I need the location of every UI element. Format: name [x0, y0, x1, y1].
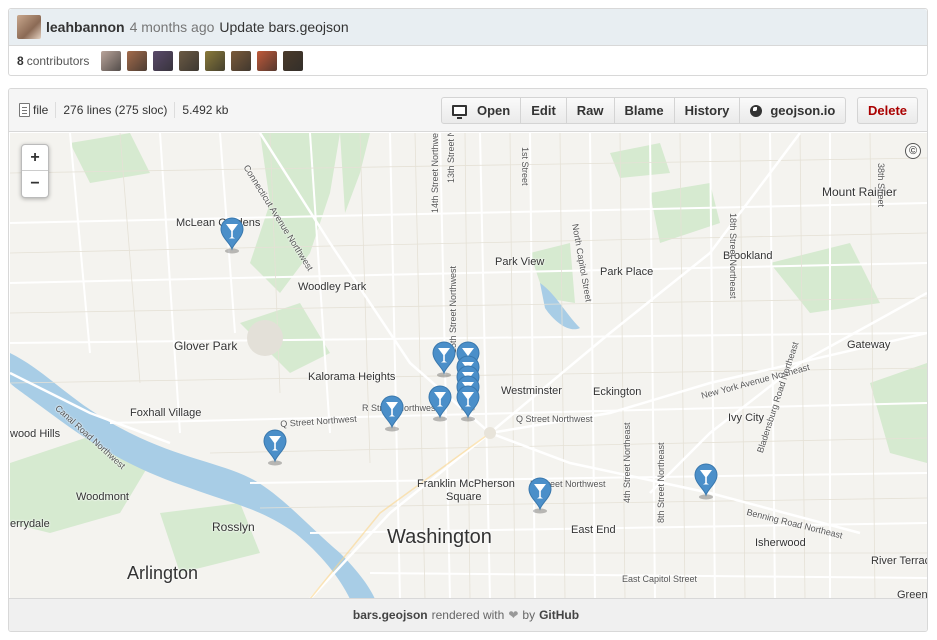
globe-icon [750, 104, 763, 117]
map-label-river-terrace: River Terrac [871, 555, 927, 567]
contributors-count[interactable]: 8 [17, 54, 24, 68]
contributor-avatar[interactable] [179, 51, 200, 71]
file-header: file 276 lines (275 sloc) 5.492 kb Open … [9, 89, 927, 132]
file-icon [19, 103, 30, 117]
map-label-westminster: Westminster [501, 385, 562, 397]
map-label-arlington: Arlington [127, 563, 199, 583]
street-label-east-capitol: East Capitol Street [622, 574, 698, 584]
footer-by: by [522, 608, 536, 622]
map-label-park-view: Park View [495, 256, 545, 268]
contributor-avatar[interactable] [101, 51, 122, 71]
bar-marker[interactable] [528, 477, 552, 514]
street-label-thirteenth-st: 13th Street Northwest [446, 133, 456, 183]
street-label-first-st: 1st Street [520, 147, 530, 186]
open-button[interactable]: Open [442, 98, 520, 123]
map-label-washington: Washington [387, 526, 492, 548]
delete-button[interactable]: Delete [857, 97, 918, 124]
map-label-kalorama-heights: Kalorama Heights [308, 371, 396, 383]
street-label-eighteenth-st: 18th Street Northeast [728, 213, 738, 299]
blame-button[interactable]: Blame [613, 98, 674, 123]
author-link[interactable]: leahbannon [46, 19, 125, 35]
footer-filename: bars.geojson [352, 608, 428, 622]
map-label-glover-park: Glover Park [174, 339, 238, 353]
contributors-label[interactable]: contributors [27, 54, 90, 68]
map-label-gateway: Gateway [847, 339, 891, 351]
map-label-franklin-mcpherson: Franklin McPherson [417, 478, 515, 490]
divider [55, 102, 57, 118]
bar-marker[interactable] [220, 217, 244, 254]
contributor-avatar[interactable] [283, 51, 304, 71]
map-label-cherrydale: errydale [10, 518, 50, 530]
street-label-eighth-st: 8th Street Northeast [656, 442, 666, 523]
geojson-io-label: geojson.io [770, 103, 836, 118]
contributor-avatar[interactable] [205, 51, 226, 71]
footer-brand[interactable]: GitHub [539, 608, 579, 622]
file-footer: bars.geojson rendered with ❤ by GitHub [9, 598, 927, 631]
history-button[interactable]: History [673, 98, 740, 123]
geojson-io-button[interactable]: geojson.io [739, 98, 845, 123]
commit-message[interactable]: Update bars.geojson [219, 19, 348, 35]
map-label-wood-hills: wood Hills [10, 428, 61, 440]
map-label-isherwood: Isherwood [755, 537, 806, 549]
map-label-woodley-park: Woodley Park [298, 281, 367, 293]
contributor-avatar[interactable] [231, 51, 252, 71]
bar-marker[interactable] [694, 463, 718, 500]
file-info: file 276 lines (275 sloc) 5.492 kb [19, 102, 228, 118]
bar-marker[interactable] [263, 429, 287, 466]
street-label-q-street-east: Q Street Northwest [516, 414, 593, 424]
bar-marker[interactable] [432, 341, 456, 378]
commit-header: leahbannon 4 months ago Update bars.geoj… [9, 9, 927, 46]
monitor-icon [452, 105, 467, 119]
map-label-square: Square [446, 491, 482, 503]
map-label-park-place: Park Place [600, 266, 654, 278]
heart-icon: ❤ [508, 608, 519, 622]
edit-button[interactable]: Edit [520, 98, 566, 123]
contributor-avatars [101, 51, 309, 71]
file-size: 5.492 kb [182, 103, 229, 117]
zoom-control: + − [21, 144, 49, 198]
contributor-avatar[interactable] [153, 51, 174, 71]
raw-button[interactable]: Raw [565, 98, 614, 123]
contributors-row: 8 contributors [9, 46, 927, 76]
commit-time: 4 months ago [129, 19, 215, 35]
zoom-out-button[interactable]: − [22, 171, 48, 197]
map-label-east-end: East End [571, 524, 616, 536]
map-label-ivy-city: Ivy City [728, 412, 765, 424]
file-lines: 276 lines (275 sloc) [63, 103, 168, 117]
bar-marker[interactable] [380, 395, 404, 432]
map-view[interactable]: McLean Gardens Woodley Park Glover Park Kal… [10, 133, 927, 599]
street-label-thirtyeighth-st: 38th Street [876, 163, 886, 208]
bar-marker[interactable] [456, 385, 480, 422]
map-label-rosslyn: Rosslyn [212, 520, 255, 534]
map-label-woodmont: Woodmont [76, 491, 129, 503]
zoom-in-button[interactable]: + [22, 145, 48, 171]
attribution-icon[interactable]: © [905, 143, 921, 159]
map-label-eckington: Eckington [593, 386, 642, 398]
map-label-foxhall-village: Foxhall Village [130, 407, 202, 419]
street-label-fifteenth-st: 15th Street Northwest [448, 265, 458, 353]
contributor-avatar[interactable] [257, 51, 278, 71]
street-label-fourth-st: 4th Street Northeast [622, 422, 632, 503]
open-label: Open [477, 103, 511, 118]
contributor-avatar[interactable] [127, 51, 148, 71]
file-type: file [33, 103, 49, 117]
bar-marker[interactable] [428, 385, 452, 422]
map-label-mclean-gardens: McLean Gardens [176, 217, 261, 229]
author-avatar[interactable] [17, 15, 41, 39]
street-label-fourteenth-st: 14th Street Northwest [430, 133, 440, 213]
footer-rendered: rendered with [431, 608, 505, 622]
commit-box: leahbannon 4 months ago Update bars.geoj… [8, 8, 928, 76]
file-actions: Open Edit Raw Blame History geojson.io [441, 97, 847, 124]
divider [174, 102, 176, 118]
file-box: file 276 lines (275 sloc) 5.492 kb Open … [8, 88, 928, 632]
